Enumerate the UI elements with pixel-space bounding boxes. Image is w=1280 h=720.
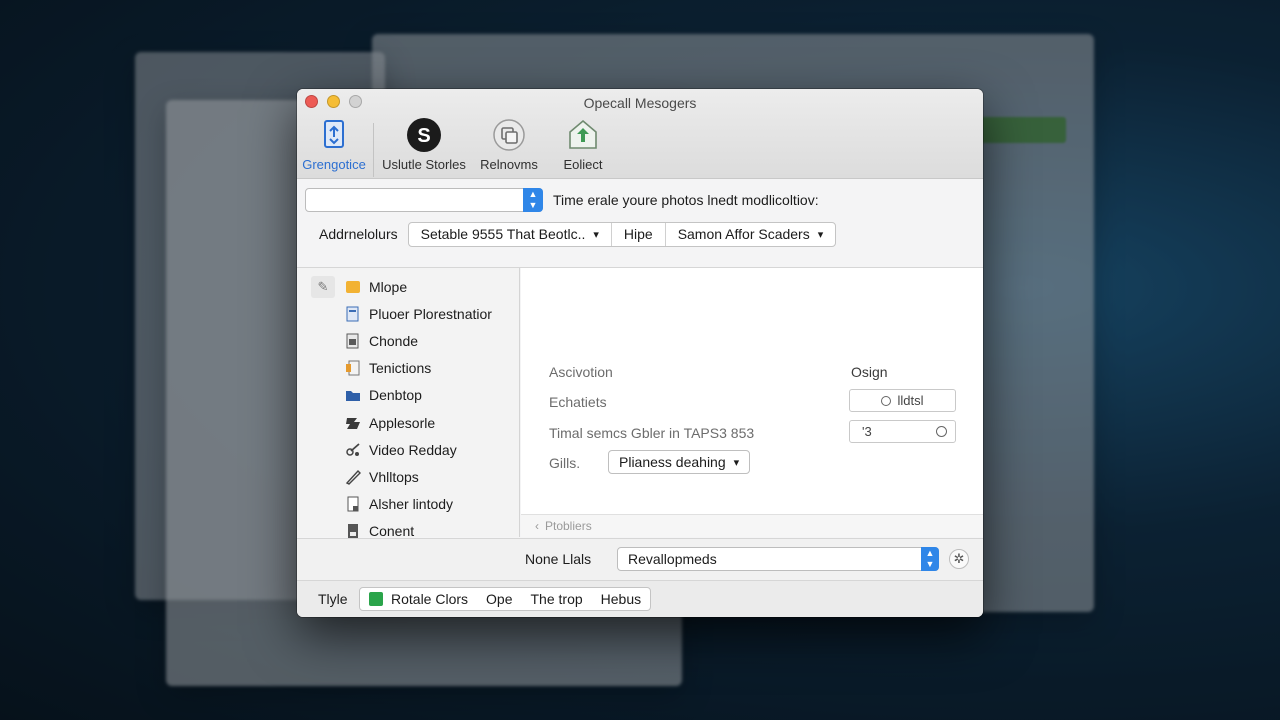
stepper-icon[interactable]: ▲ ▼	[523, 188, 543, 212]
toolbar-item-grengotice[interactable]: Grengotice	[301, 117, 367, 177]
skype-icon: S	[404, 117, 444, 153]
sidebar-item-vhlltops[interactable]: Vhlltops	[345, 463, 492, 490]
timal-field[interactable]: '3	[849, 420, 956, 443]
sidebar: ✎ Mlope Pluoer Plorestnatior Chonde Teni…	[297, 268, 520, 539]
search-row: ▲ ▼ Time erale youre photos lnedt modlico…	[305, 188, 975, 212]
filter-option-hipe[interactable]: Hipe	[610, 222, 665, 246]
green-square-icon	[369, 592, 383, 606]
detail-footer-label: Ptobliers	[545, 519, 592, 533]
notes-icon	[345, 360, 361, 376]
desktop-folder-icon	[345, 387, 361, 403]
sidebar-item-denbtop[interactable]: Denbtop	[345, 382, 492, 409]
the-trop-button[interactable]: The trop	[522, 588, 592, 610]
sidebar-item-alsher-lintody[interactable]: Alsher lintody	[345, 491, 492, 518]
document-icon	[345, 333, 361, 349]
document-icon	[345, 523, 361, 539]
ope-button[interactable]: Ope	[477, 588, 521, 610]
svg-text:S: S	[417, 125, 430, 147]
sidebar-item-applesorle[interactable]: Applesorle	[345, 409, 492, 436]
row-label-gills: Gills.	[549, 455, 581, 471]
toolbar-item-eoliect[interactable]: Eoliect	[550, 117, 616, 177]
row-hint: Time erale youre photos lnedt modlicolti…	[553, 192, 819, 208]
row-label-echatiets: Echatiets	[549, 394, 607, 410]
toolbar-divider	[373, 123, 374, 177]
sidebar-item-video-redday[interactable]: Video Redday	[345, 436, 492, 463]
document-icon	[345, 496, 361, 512]
sidebar-item-label: Chonde	[369, 332, 419, 349]
filter-segment: Setable 9555 That Beotlc.. Hipe Samon Af…	[407, 221, 837, 247]
pin-icon[interactable]: ✎	[311, 276, 335, 298]
folder-icon	[345, 279, 361, 295]
gear-icon[interactable]: ✲	[949, 549, 969, 569]
detail-footer: ‹ Ptobliers	[521, 514, 983, 537]
sync-icon	[314, 117, 354, 153]
sidebar-item-label: Conent	[369, 523, 415, 540]
document-icon	[345, 306, 361, 322]
sidebar-item-label: Applesorle	[369, 414, 436, 431]
bottom-select-value: Revallopmeds	[628, 551, 717, 567]
echatiets-field[interactable]: lldtsl	[849, 389, 956, 412]
sidebar-item-mlope[interactable]: Mlope	[345, 273, 492, 300]
status-segment: Rotale Clors Ope The trop Hebus	[359, 587, 652, 611]
sidebar-item-label: Alsher lintody	[369, 496, 454, 513]
sidebar-item-label: Vhlltops	[369, 468, 419, 485]
video-icon	[345, 442, 361, 458]
bottom-label: None Llals	[525, 551, 592, 567]
toolbar-item-storles[interactable]: S Uslutle Storles	[380, 117, 468, 177]
filter-dropdown-scaders[interactable]: Samon Affor Scaders	[664, 222, 836, 246]
sidebar-item-label: Video Redday	[369, 441, 457, 458]
toolbar-label: Eoliect	[563, 157, 603, 172]
copy-icon	[489, 117, 529, 153]
gills-popup[interactable]: Plianess deahing	[608, 450, 751, 474]
circle-icon	[881, 395, 892, 406]
bottom-row: None Llals Revallopmeds ▲ ▼ ✲	[297, 538, 983, 580]
sidebar-item-label: Mlope	[369, 278, 408, 295]
background-green-button	[980, 117, 1066, 143]
window-title: Opecall Mesogers	[583, 95, 697, 111]
stepper-icon[interactable]: ▲ ▼	[921, 547, 939, 571]
rotate-colors-button[interactable]: Rotale Clors	[360, 588, 477, 610]
brush-icon	[345, 469, 361, 485]
sidebar-item-plorestnatior[interactable]: Pluoer Plorestnatior	[345, 300, 492, 327]
back-icon[interactable]: ‹	[535, 519, 539, 533]
apps-icon	[345, 415, 361, 431]
sidebar-item-label: Denbtop	[369, 387, 422, 404]
bottom-select[interactable]: Revallopmeds ▲ ▼	[617, 547, 939, 571]
upload-icon	[563, 117, 603, 153]
toolbar-label: Uslutle Storles	[382, 157, 466, 172]
sidebar-list: Mlope Pluoer Plorestnatior Chonde Tenict…	[345, 273, 492, 545]
detail-pane: Ascivotion Osign Echatiets lldtsl Timal …	[521, 268, 983, 514]
toolbar-label: Relnovms	[480, 157, 538, 172]
filter-row: Addrnelolurs Setable 9555 That Beotlc.. …	[305, 221, 837, 247]
status-bar: Tlyle Rotale Clors Ope The trop Hebus	[297, 580, 983, 617]
toolbar-label: Grengotice	[302, 157, 366, 172]
toolbar: Grengotice S Uslutle Storles Relnovms Eo…	[301, 117, 624, 177]
main-window: Opecall Mesogers Grengotice S Uslutle St…	[297, 89, 983, 617]
titlebar: Opecall Mesogers Grengotice S Uslutle St…	[297, 89, 983, 179]
search-combo[interactable]: ▲ ▼	[305, 188, 543, 212]
sidebar-item-label: Pluoer Plorestnatior	[369, 305, 492, 322]
status-label: Tlyle	[318, 591, 348, 607]
row-label-timal: Timal semcs Gbler in TAPS3 853	[549, 425, 755, 441]
clear-icon[interactable]	[936, 426, 947, 437]
echatiets-value: lldtsl	[897, 393, 924, 408]
sidebar-item-tenictions[interactable]: Tenictions	[345, 355, 492, 382]
timal-value: '3	[862, 424, 872, 439]
sidebar-item-chonde[interactable]: Chonde	[345, 327, 492, 354]
toolbar-item-relnovms[interactable]: Relnovms	[476, 117, 542, 177]
column-header-ascivotion: Ascivotion	[549, 364, 613, 380]
rotate-colors-label: Rotale Clors	[391, 591, 469, 607]
filter-dropdown[interactable]: Setable 9555 That Beotlc..	[409, 223, 611, 246]
filter-label: Addrnelolurs	[319, 226, 398, 242]
sidebar-item-label: Tenictions	[369, 360, 432, 377]
column-header-osign: Osign	[851, 364, 888, 380]
hebus-button[interactable]: Hebus	[592, 588, 650, 610]
